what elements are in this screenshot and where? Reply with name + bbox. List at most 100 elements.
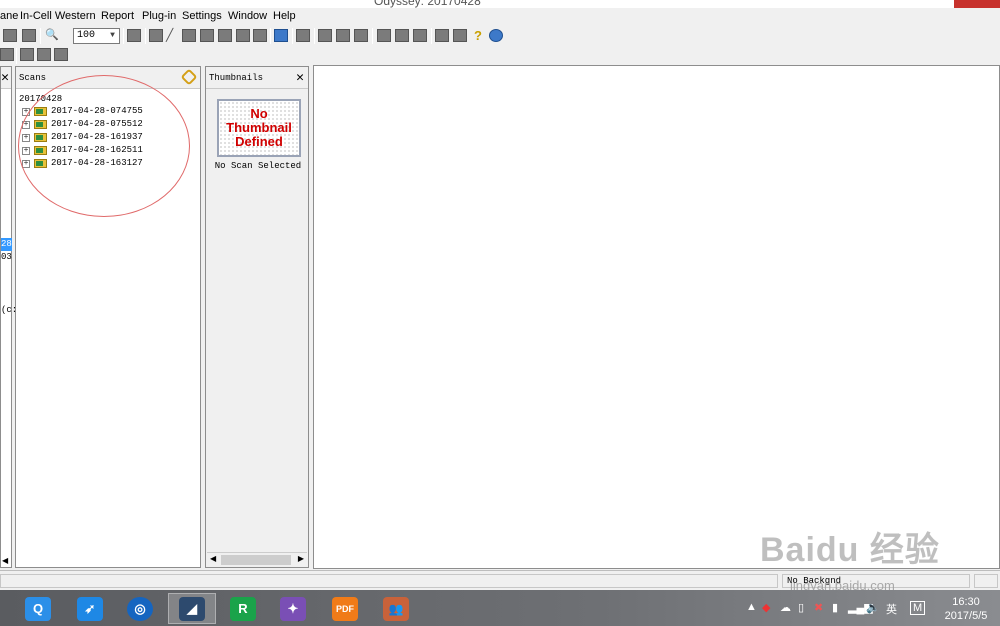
thumbnails-panel-title: Thumbnails: [209, 73, 264, 83]
taskbar-app[interactable]: ✦: [269, 593, 317, 624]
scrollbar-thumb[interactable]: [221, 555, 291, 565]
link-icon[interactable]: [180, 68, 198, 86]
swift-icon: ➶: [77, 596, 103, 621]
chart-icon[interactable]: [3, 29, 17, 42]
menu-report[interactable]: Report: [101, 10, 134, 22]
scan-folder-icon: [34, 159, 47, 168]
menu-plug-in[interactable]: Plug-in: [142, 10, 176, 22]
histogram-icon[interactable]: [354, 29, 368, 42]
security-icon[interactable]: ✖: [814, 601, 823, 614]
fill-tool-icon[interactable]: [218, 29, 232, 42]
grid-select-icon[interactable]: [0, 48, 14, 61]
close-icon[interactable]: ✕: [296, 70, 304, 85]
list-item-selected[interactable]: 28: [1, 238, 12, 251]
taskbar-app[interactable]: 👥: [372, 593, 420, 624]
tree-root[interactable]: 20170428: [19, 93, 143, 105]
menu-in-cell-western[interactable]: In-Cell Western: [20, 10, 96, 22]
close-icon[interactable]: ✕: [1, 70, 9, 85]
tree-node[interactable]: + 2017-04-28-163127: [19, 157, 143, 170]
watermark-logo: Baidu 经验: [760, 531, 940, 569]
compare-icon[interactable]: [395, 29, 409, 42]
scroll-left-icon[interactable]: ◀: [2, 556, 8, 565]
status-field-message: [0, 574, 778, 588]
toolbar-separator: [123, 28, 124, 44]
align-icon[interactable]: [20, 48, 34, 61]
rectangle-tool-icon[interactable]: [149, 29, 163, 42]
zoom-select[interactable]: 100 ▼: [73, 28, 120, 44]
toolbar-secondary: [0, 46, 1000, 64]
placeholder-line: Defined: [235, 134, 283, 149]
taskbar-app[interactable]: R: [219, 593, 267, 624]
scan-folder-icon: [34, 120, 47, 129]
tree-node[interactable]: + 2017-04-28-161937: [19, 131, 143, 144]
status-field-extra: [974, 574, 998, 588]
window-close-button[interactable]: [954, 0, 1000, 8]
left-panel: ✕ 28 03 (c: ◀: [0, 66, 17, 568]
cloud-icon[interactable]: ☁: [780, 601, 791, 614]
toolbar-separator: [16, 48, 17, 64]
scroll-right-icon[interactable]: ▶: [298, 554, 304, 563]
grid-view-icon[interactable]: [236, 29, 250, 42]
clock[interactable]: 16:30 2017/5/5: [936, 595, 996, 623]
tree-node[interactable]: + 2017-04-28-162511: [19, 144, 143, 157]
tools-icon[interactable]: [54, 48, 68, 61]
scroll-left-icon[interactable]: ◀: [210, 554, 216, 563]
profile-icon[interactable]: [453, 29, 467, 42]
thumbnail-placeholder[interactable]: No Thumbnail Defined: [217, 99, 301, 157]
volume-icon[interactable]: 🔈: [866, 601, 880, 614]
taskbar-app[interactable]: ➶: [66, 593, 114, 624]
menu-bar: ane In-Cell Western Report Plug-in Setti…: [0, 8, 1000, 26]
globe-icon[interactable]: [489, 29, 503, 42]
tree-node[interactable]: + 2017-04-28-074755: [19, 105, 143, 118]
scans-panel-header: Scans: [16, 67, 200, 89]
table-icon[interactable]: [296, 29, 310, 42]
device-icon[interactable]: ▮: [832, 601, 838, 614]
taskbar-app[interactable]: ◎: [116, 593, 164, 624]
toolbar-separator: [270, 28, 271, 44]
expand-icon[interactable]: +: [22, 160, 30, 168]
ime-indicator[interactable]: 英: [886, 601, 897, 617]
tree-node[interactable]: + 2017-04-28-075512: [19, 118, 143, 131]
columns-icon[interactable]: [253, 29, 267, 42]
expand-icon[interactable]: +: [22, 147, 30, 155]
menu-help[interactable]: Help: [273, 10, 296, 22]
main-workspace[interactable]: [313, 65, 1000, 569]
people-icon: 👥: [383, 596, 409, 621]
qq-browser-icon: Q: [25, 596, 51, 621]
magnifier-icon[interactable]: 🔍: [45, 29, 59, 42]
thumbnail-caption: No Scan Selected: [214, 161, 302, 171]
tree-node-label: 2017-04-28-163127: [51, 158, 143, 168]
taskbar-app[interactable]: Q: [14, 593, 62, 624]
overlay-icon[interactable]: [413, 29, 427, 42]
tray-expand-icon[interactable]: ▲: [746, 601, 757, 613]
menu-lane[interactable]: ane: [0, 10, 18, 22]
zoom-region-icon[interactable]: [127, 29, 141, 42]
list-item[interactable]: 03: [1, 252, 12, 262]
grid-tool-icon[interactable]: [22, 29, 36, 42]
line-tool-icon[interactable]: ╱: [166, 29, 180, 42]
menu-settings[interactable]: Settings: [182, 10, 222, 22]
clock-time: 16:30: [952, 596, 980, 608]
pen-icon[interactable]: [336, 29, 350, 42]
help-icon[interactable]: ?: [471, 29, 485, 42]
scan-folder-icon: [34, 133, 47, 142]
ime-mode-indicator[interactable]: M: [910, 601, 926, 615]
expand-icon[interactable]: +: [22, 108, 30, 116]
odyssey-icon: ◢: [179, 596, 205, 621]
taskbar-app-active[interactable]: ◢: [168, 593, 216, 624]
expand-icon[interactable]: +: [22, 134, 30, 142]
usb-icon[interactable]: ▯: [798, 601, 804, 614]
report-icon[interactable]: [377, 29, 391, 42]
expand-icon[interactable]: +: [22, 121, 30, 129]
window-title: Odyssey: 20170428: [374, 0, 481, 8]
lines-icon[interactable]: [37, 48, 51, 61]
taskbar-app[interactable]: PDF: [321, 593, 369, 624]
scatter-tool-icon[interactable]: [182, 29, 196, 42]
export-icon[interactable]: [274, 29, 288, 42]
qq-tray-icon[interactable]: ◆: [762, 601, 770, 614]
horizontal-scrollbar[interactable]: ◀ ▶: [207, 552, 307, 566]
image-icon[interactable]: [318, 29, 332, 42]
measure-tool-icon[interactable]: [200, 29, 214, 42]
curve-icon[interactable]: [435, 29, 449, 42]
menu-window[interactable]: Window: [228, 10, 267, 22]
